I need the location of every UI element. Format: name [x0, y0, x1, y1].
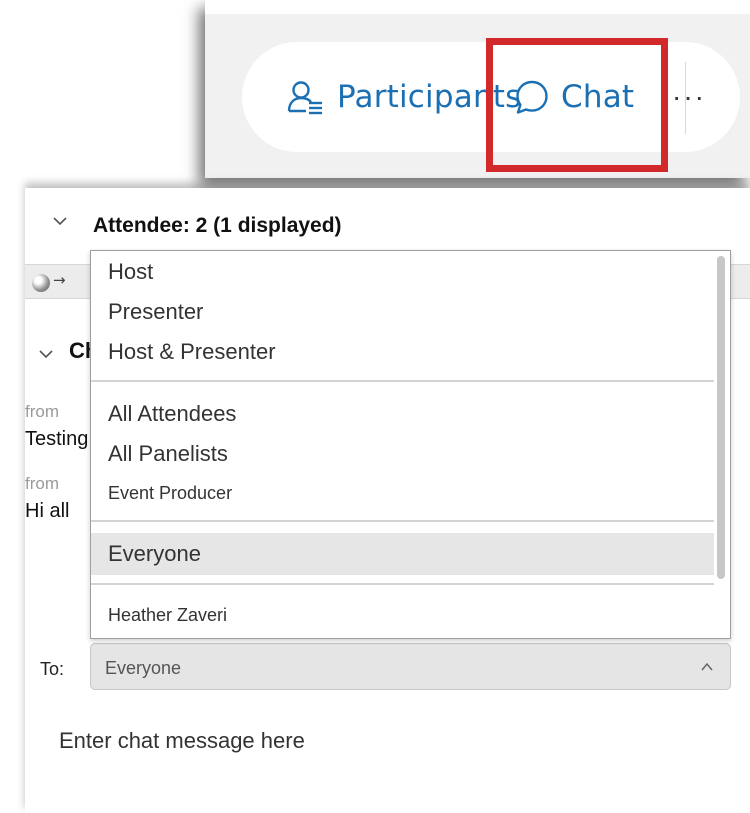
- status-icon[interactable]: [32, 274, 50, 292]
- chat-message-input[interactable]: Enter chat message here: [59, 728, 305, 754]
- toolbar-top-strip: [205, 0, 750, 14]
- dropdown-divider: [91, 520, 714, 522]
- dropdown-option-all-attendees[interactable]: All Attendees: [91, 401, 714, 427]
- chat-bubble-icon: [516, 80, 548, 114]
- dropdown-option-heather-zaveri[interactable]: Heather Zaveri: [91, 605, 714, 626]
- recipient-select-value: Everyone: [105, 658, 182, 678]
- message-sender: from: [25, 474, 59, 493]
- dropdown-divider: [91, 583, 714, 585]
- dropdown-option-presenter[interactable]: Presenter: [91, 299, 714, 325]
- dropdown-option-host-presenter[interactable]: Host & Presenter: [91, 339, 714, 365]
- message-text: Testing: [25, 428, 89, 450]
- chevron-up-icon: [701, 662, 713, 671]
- participants-label: Participants: [337, 79, 522, 115]
- participants-icon: [287, 81, 322, 115]
- attendee-title: Attendee: 2 (1 displayed): [93, 214, 342, 237]
- recipient-dropdown: Host Presenter Host & Presenter All Atte…: [90, 250, 731, 639]
- more-options-button[interactable]: ···: [672, 42, 706, 152]
- arrow-right-icon[interactable]: →: [53, 271, 66, 289]
- recipient-select[interactable]: Everyone: [90, 643, 731, 690]
- dropdown-option-everyone[interactable]: Everyone: [91, 533, 714, 575]
- chat-label: Chat: [561, 79, 635, 115]
- dropdown-scrollbar[interactable]: [717, 256, 725, 579]
- participants-button[interactable]: Participants: [287, 42, 522, 152]
- dropdown-divider: [91, 380, 714, 382]
- dropdown-option-all-panelists[interactable]: All Panelists: [91, 441, 714, 467]
- chevron-down-icon: [53, 217, 67, 226]
- dropdown-option-event-producer[interactable]: Event Producer: [91, 483, 714, 504]
- to-label: To:: [40, 659, 65, 679]
- message-sender: from: [25, 402, 59, 421]
- toolbar-pill: Participants Chat ···: [242, 42, 740, 152]
- chevron-down-icon: [39, 350, 53, 359]
- meeting-toolbar: Participants Chat ···: [205, 0, 750, 178]
- message-text: Hi all: [25, 500, 70, 522]
- dropdown-option-host[interactable]: Host: [91, 259, 714, 285]
- chat-button[interactable]: Chat: [515, 42, 634, 152]
